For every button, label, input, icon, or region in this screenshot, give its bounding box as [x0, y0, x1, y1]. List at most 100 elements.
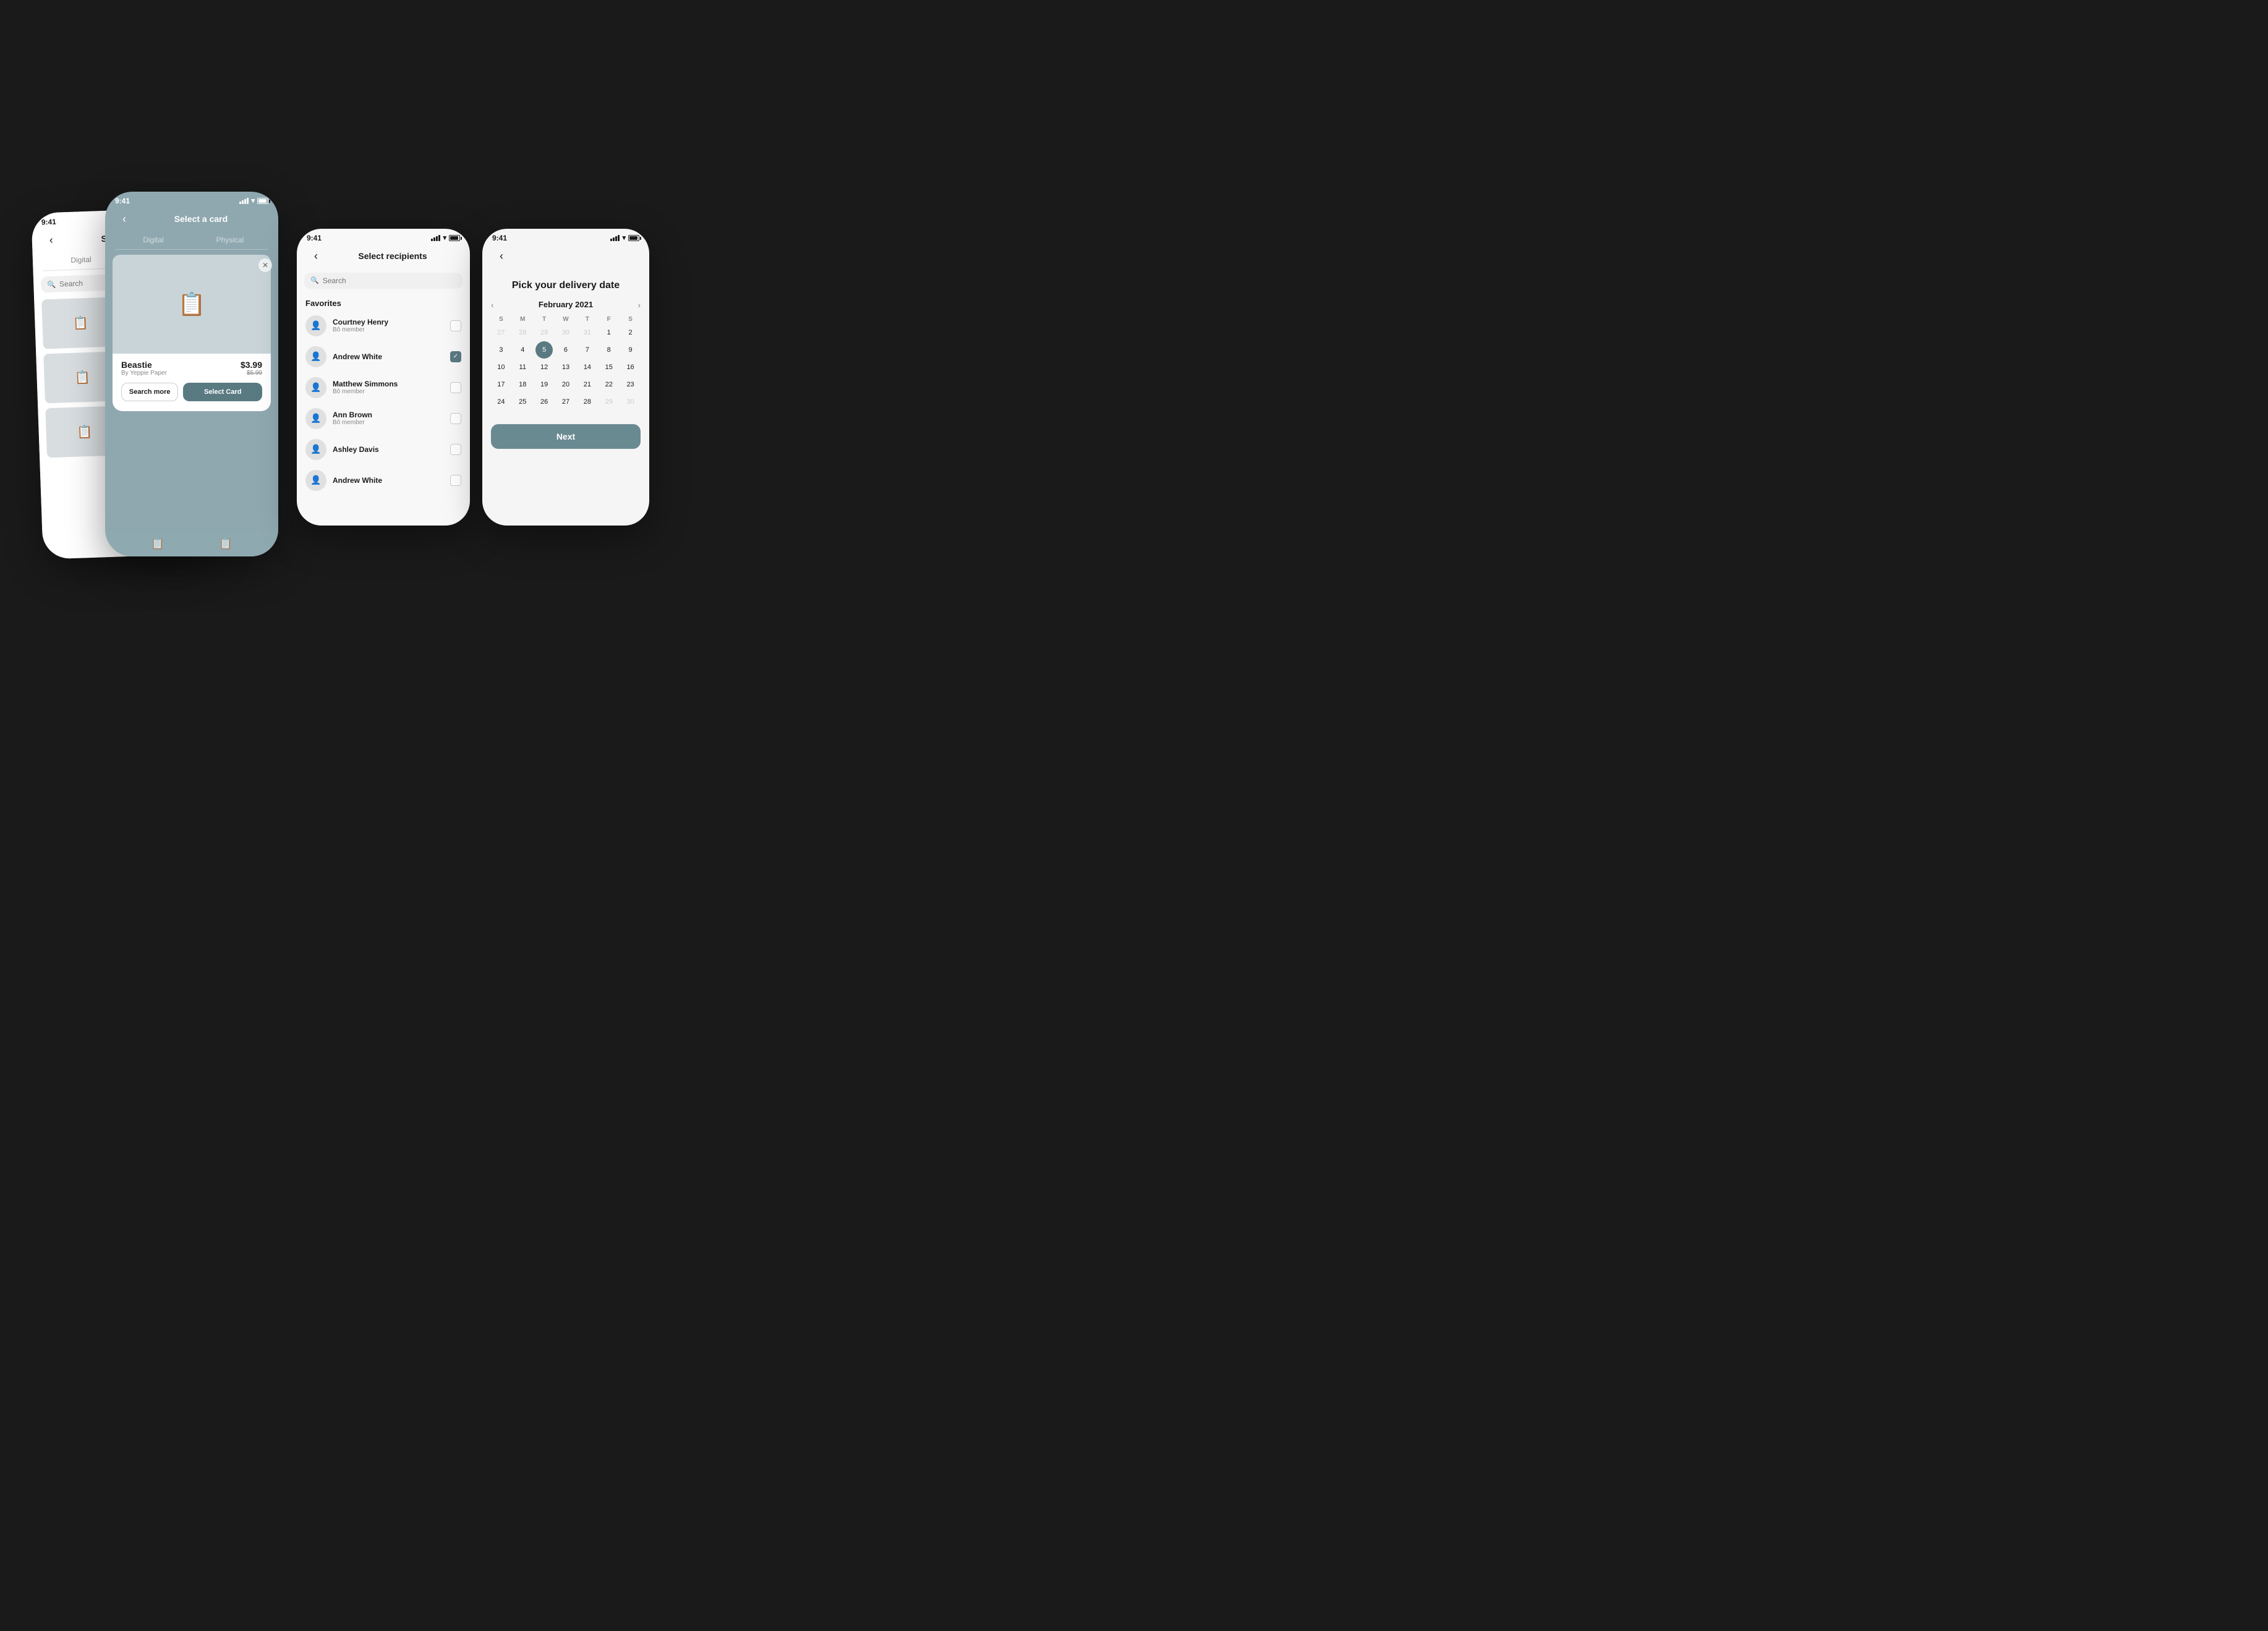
cal-day-23-feb[interactable]: 23 — [622, 376, 639, 393]
back-arrow-2[interactable]: ‹ — [115, 213, 134, 226]
nav-title-3: Select recipients — [325, 251, 460, 261]
recipient-name-3: Ann Brown — [333, 411, 444, 419]
cal-day-14-feb[interactable]: 14 — [579, 359, 596, 376]
cal-day-5-feb[interactable]: 5 — [535, 341, 553, 359]
recipient-item-5: 👤 Andrew White — [297, 465, 470, 496]
checkbox-5[interactable] — [450, 475, 461, 486]
cal-day-27-jan[interactable]: 27 — [492, 324, 509, 341]
phone-select-card-modal: 9:41 ▾ ‹ Select a card Digital Ph — [105, 192, 278, 556]
signal-icon-2 — [239, 198, 249, 204]
checkbox-0[interactable] — [450, 320, 461, 331]
avatar-1: 👤 — [305, 346, 326, 367]
card-name: Beastie — [121, 360, 152, 370]
cal-day-25-feb[interactable]: 25 — [514, 393, 531, 411]
wifi-icon-3: ▾ — [443, 234, 446, 242]
cal-day-30-jan[interactable]: 30 — [557, 324, 574, 341]
cal-day-28-jan[interactable]: 28 — [514, 324, 531, 341]
calendar-week-2: 3 4 5 6 7 8 9 — [491, 341, 641, 359]
cal-day-19-feb[interactable]: 19 — [535, 376, 553, 393]
cal-day-1-feb[interactable]: 1 — [600, 324, 618, 341]
checkbox-2[interactable] — [450, 382, 461, 393]
phone-select-recipients: 9:41 ▾ ‹ Select recipients 🔍 Favorites — [297, 229, 470, 526]
cal-day-21-feb[interactable]: 21 — [579, 376, 596, 393]
favorites-label: Favorites — [297, 294, 470, 310]
status-bar-2: 9:41 ▾ — [105, 192, 278, 208]
prev-month-button[interactable]: ‹ — [491, 300, 494, 310]
status-bar-3: 9:41 ▾ — [297, 229, 470, 245]
cal-day-22-feb[interactable]: 22 — [600, 376, 618, 393]
recipient-name-1: Andrew White — [333, 352, 444, 361]
card-orig-price: $5.99 — [247, 370, 262, 377]
cal-day-15-feb[interactable]: 15 — [600, 359, 618, 376]
cal-day-20-feb[interactable]: 20 — [557, 376, 574, 393]
checkbox-3[interactable] — [450, 413, 461, 424]
cal-day-13-feb[interactable]: 13 — [557, 359, 574, 376]
bottom-tab-icon-1[interactable]: 📋 — [151, 537, 164, 550]
cal-day-1-mar[interactable]: 29 — [600, 393, 618, 411]
calendar-week-5: 24 25 26 27 28 29 30 — [491, 393, 641, 411]
day-header-thu: T — [577, 315, 597, 324]
cal-day-3-feb[interactable]: 3 — [492, 341, 509, 359]
search-more-button[interactable]: Search more — [121, 383, 178, 401]
search-icon-3: 🔍 — [310, 276, 319, 284]
cal-day-27-feb[interactable]: 27 — [557, 393, 574, 411]
calendar-title: Pick your delivery date — [491, 274, 641, 300]
cal-day-11-feb[interactable]: 11 — [514, 359, 531, 376]
tabs-2: Digital Physical — [115, 231, 268, 250]
cal-day-31-jan[interactable]: 31 — [579, 324, 596, 341]
tab-physical-2[interactable]: Physical — [192, 231, 268, 249]
cal-day-6-feb[interactable]: 6 — [557, 341, 574, 359]
calendar-week-4: 17 18 19 20 21 22 23 — [491, 376, 641, 393]
next-month-button[interactable]: › — [637, 300, 641, 310]
back-arrow-4[interactable]: ‹ — [492, 250, 511, 263]
day-header-wed: W — [556, 315, 576, 324]
status-time-1: 9:41 — [41, 217, 57, 226]
recipient-item-1: 👤 Andrew White ✓ — [297, 341, 470, 372]
search-bar-3: 🔍 — [304, 273, 463, 289]
search-input-3[interactable] — [323, 276, 456, 285]
cal-day-7-feb[interactable]: 7 — [579, 341, 596, 359]
recipient-sub-2: Bô member — [333, 388, 444, 395]
wifi-icon-4: ▾ — [622, 234, 626, 242]
calendar-month: February 2021 — [539, 300, 593, 309]
battery-icon-3 — [449, 235, 460, 241]
wifi-icon-2: ▾ — [251, 197, 255, 205]
next-button[interactable]: Next — [491, 424, 641, 449]
cal-day-28-feb[interactable]: 28 — [579, 393, 596, 411]
recipient-name-0: Courtney Henry — [333, 318, 444, 326]
cal-day-10-feb[interactable]: 10 — [492, 359, 509, 376]
recipient-sub-3: Bô member — [333, 419, 444, 426]
back-arrow-3[interactable]: ‹ — [307, 250, 325, 263]
cal-day-26-feb[interactable]: 26 — [535, 393, 553, 411]
calendar-week-1: 27 28 29 30 31 1 2 — [491, 324, 641, 341]
battery-icon-4 — [628, 235, 639, 241]
recipient-name-4: Ashley Davis — [333, 445, 444, 454]
cal-day-9-feb[interactable]: 9 — [622, 341, 639, 359]
status-time-2: 9:41 — [115, 197, 130, 205]
recipient-item-2: 👤 Matthew Simmons Bô member — [297, 372, 470, 403]
card-icon: 📋 — [178, 291, 206, 317]
battery-icon-2 — [257, 198, 268, 204]
cal-day-4-feb[interactable]: 4 — [514, 341, 531, 359]
calendar-week-3: 10 11 12 13 14 15 16 — [491, 359, 641, 376]
cal-day-8-feb[interactable]: 8 — [600, 341, 618, 359]
cal-day-12-feb[interactable]: 12 — [535, 359, 553, 376]
checkbox-1[interactable]: ✓ — [450, 351, 461, 362]
cal-day-18-feb[interactable]: 18 — [514, 376, 531, 393]
bottom-tab-icon-2[interactable]: 📋 — [219, 537, 232, 550]
tab-digital-2[interactable]: Digital — [115, 231, 192, 249]
cal-day-17-feb[interactable]: 17 — [492, 376, 509, 393]
cal-day-16-feb[interactable]: 16 — [622, 359, 639, 376]
phone-delivery-date: 9:41 ▾ ‹ Pick your delivery date ‹ Febru… — [482, 229, 649, 526]
card-brand: By Yeppie Paper — [121, 370, 167, 377]
modal-close-button[interactable]: ✕ — [258, 258, 272, 272]
checkbox-4[interactable] — [450, 444, 461, 455]
cal-day-24-feb[interactable]: 24 — [492, 393, 509, 411]
back-arrow-1[interactable]: ‹ — [41, 233, 61, 247]
recipient-name-2: Matthew Simmons — [333, 380, 444, 388]
cal-day-2-mar[interactable]: 30 — [622, 393, 639, 411]
cal-day-29-jan[interactable]: 29 — [535, 324, 553, 341]
search-icon-1: 🔍 — [47, 280, 56, 288]
select-card-button[interactable]: Select Card — [183, 383, 262, 401]
cal-day-2-feb[interactable]: 2 — [622, 324, 639, 341]
